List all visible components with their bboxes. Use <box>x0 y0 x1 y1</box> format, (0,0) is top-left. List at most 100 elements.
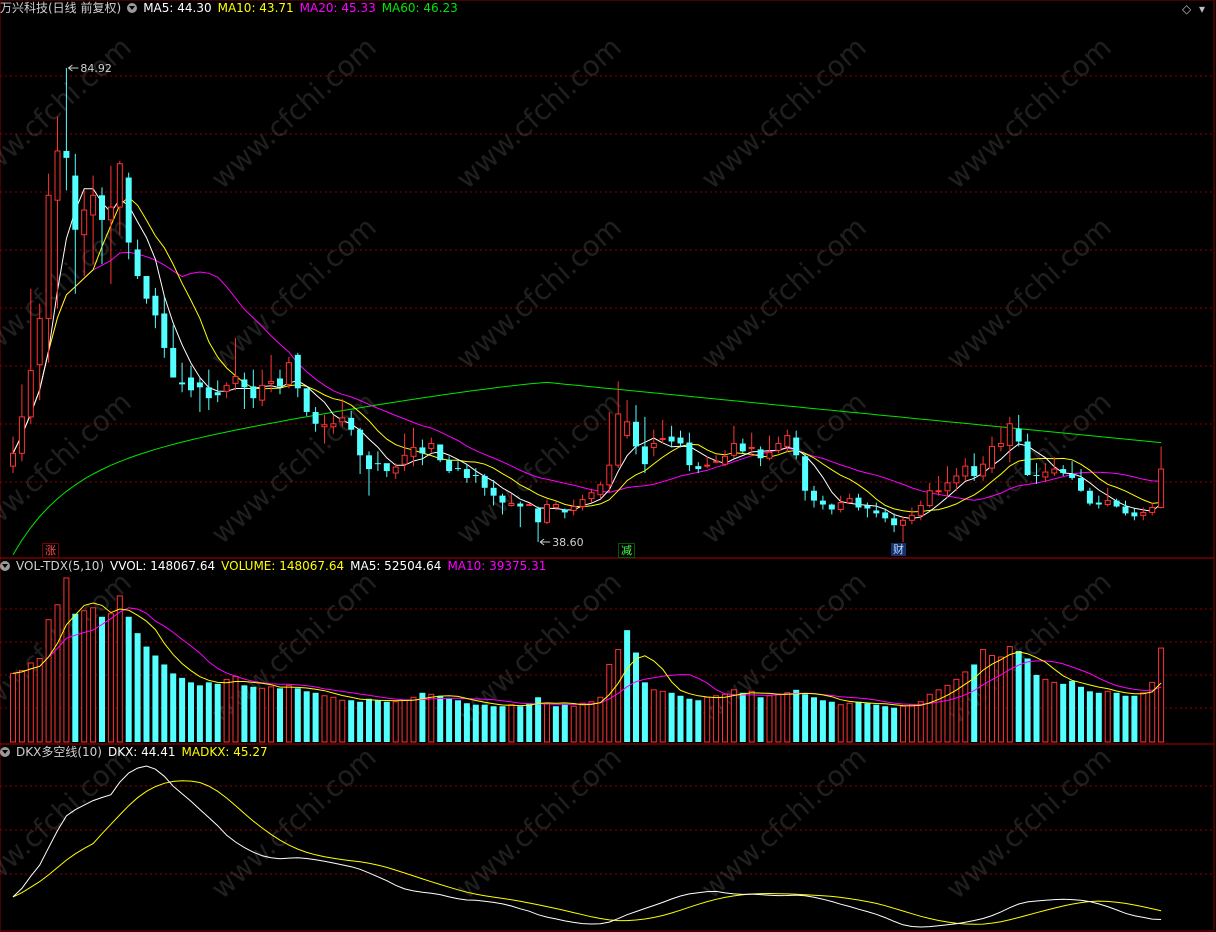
candle-body <box>410 446 417 457</box>
candle-body <box>659 438 666 441</box>
event-tag-limit-up[interactable]: 涨 <box>42 543 59 558</box>
volume-bar <box>1131 695 1138 742</box>
candle <box>641 416 648 474</box>
candle-body <box>27 370 34 418</box>
candle-body <box>170 347 177 378</box>
candle-body <box>1095 502 1102 505</box>
candle-body <box>882 512 889 519</box>
volume-bar <box>517 706 524 742</box>
candle-body <box>188 377 194 391</box>
volume-bar <box>45 619 52 743</box>
candle-body <box>766 451 773 459</box>
volume-bar <box>579 702 586 743</box>
candle-body <box>10 452 16 467</box>
volume-bar <box>997 656 1004 743</box>
volume-bar <box>713 695 720 743</box>
candle-body <box>819 500 826 505</box>
candle <box>357 427 364 475</box>
volume-bar <box>757 697 764 742</box>
candle <box>686 432 693 472</box>
candle <box>615 381 622 469</box>
volume-bar <box>597 696 604 743</box>
event-tag-reduce[interactable]: 减 <box>618 543 635 558</box>
candle-body <box>784 435 791 447</box>
candle-body <box>330 423 337 428</box>
volume-bar <box>143 646 150 742</box>
volume-bar <box>1104 690 1111 743</box>
volume-bar <box>499 706 506 742</box>
candle <box>1006 416 1013 463</box>
volume-bar <box>285 684 292 743</box>
candle-body <box>802 456 809 491</box>
watermark-text: www.cfchi.com <box>205 30 383 195</box>
volume-bar <box>27 662 34 743</box>
candle-body <box>1033 474 1040 476</box>
candle-body <box>517 503 524 507</box>
menu-dropdown-icon[interactable] <box>0 561 10 571</box>
volume-bar <box>837 704 844 743</box>
menu-dropdown-icon[interactable] <box>0 747 10 757</box>
candle <box>819 495 826 510</box>
candle-body <box>1015 428 1022 442</box>
candle-body <box>908 514 915 521</box>
volume-label: VOLUME: 148067.64 <box>221 559 345 573</box>
volume-bar <box>775 693 782 743</box>
candle-body <box>419 447 426 454</box>
chevron-down-icon[interactable]: ▾ <box>1199 2 1205 16</box>
volume-bar <box>214 683 221 742</box>
candle-body <box>1069 474 1076 478</box>
candle <box>846 493 853 504</box>
volume-bar <box>570 705 577 743</box>
watermark-text: www.cfchi.com <box>940 30 1118 195</box>
volume-bar <box>1069 680 1076 742</box>
volume-bar <box>107 613 114 743</box>
candle-body <box>232 376 239 384</box>
event-tag-finance[interactable]: 财 <box>891 543 906 556</box>
candle <box>143 276 150 304</box>
candle <box>650 429 657 457</box>
dkx-indicator-name[interactable]: DKX多空线(10) <box>16 745 102 759</box>
candle-body <box>1113 500 1120 507</box>
candle <box>170 325 177 378</box>
volume-bar <box>401 699 408 743</box>
main-panel-header: 万兴科技(日线 前复权) MA5: 44.30 MA10: 43.71 MA20: 4… <box>0 1 464 15</box>
candle-body <box>241 379 248 388</box>
menu-dropdown-icon[interactable] <box>127 3 138 13</box>
candle-body <box>926 490 933 507</box>
volume-bar <box>917 701 924 743</box>
candle-body <box>45 194 52 319</box>
watermark-text: www.cfchi.com <box>205 740 383 905</box>
volume-bar <box>1095 692 1102 742</box>
candle-body <box>277 378 283 387</box>
watermark-text: www.cfchi.com <box>450 385 628 550</box>
candle-body <box>437 444 444 461</box>
volume-bar <box>455 700 461 742</box>
volume-bar <box>784 692 791 743</box>
volume-bar <box>54 604 61 743</box>
volume-bar <box>722 693 728 743</box>
madkx-label: MADKX: 45.27 <box>181 745 268 759</box>
candle <box>873 502 880 518</box>
ma10-label: MA10: 43.71 <box>217 1 294 15</box>
volume-bar <box>989 655 995 743</box>
volume-bar <box>1006 646 1013 743</box>
candle-body <box>855 497 862 508</box>
diamond-icon[interactable]: ◇ <box>1182 2 1191 16</box>
candle <box>891 513 898 533</box>
watermark-text: www.cfchi.com <box>940 210 1118 375</box>
candle-body <box>704 464 711 467</box>
volume-bar <box>900 705 906 743</box>
volume-bar <box>526 703 533 742</box>
vol-indicator-name[interactable]: VOL-TDX(5,10) <box>16 559 104 573</box>
candle <box>45 173 52 363</box>
volume-bar <box>179 677 186 742</box>
candle-body <box>1024 441 1031 475</box>
candle-body <box>811 490 817 501</box>
candle <box>463 464 470 483</box>
candle-body <box>544 504 550 523</box>
stock-title[interactable]: 万兴科技(日线 前复权) <box>0 1 121 15</box>
candle-body <box>748 446 755 449</box>
candle <box>1069 461 1076 480</box>
volume-bar <box>1024 658 1031 742</box>
volume-bar <box>1122 695 1129 742</box>
